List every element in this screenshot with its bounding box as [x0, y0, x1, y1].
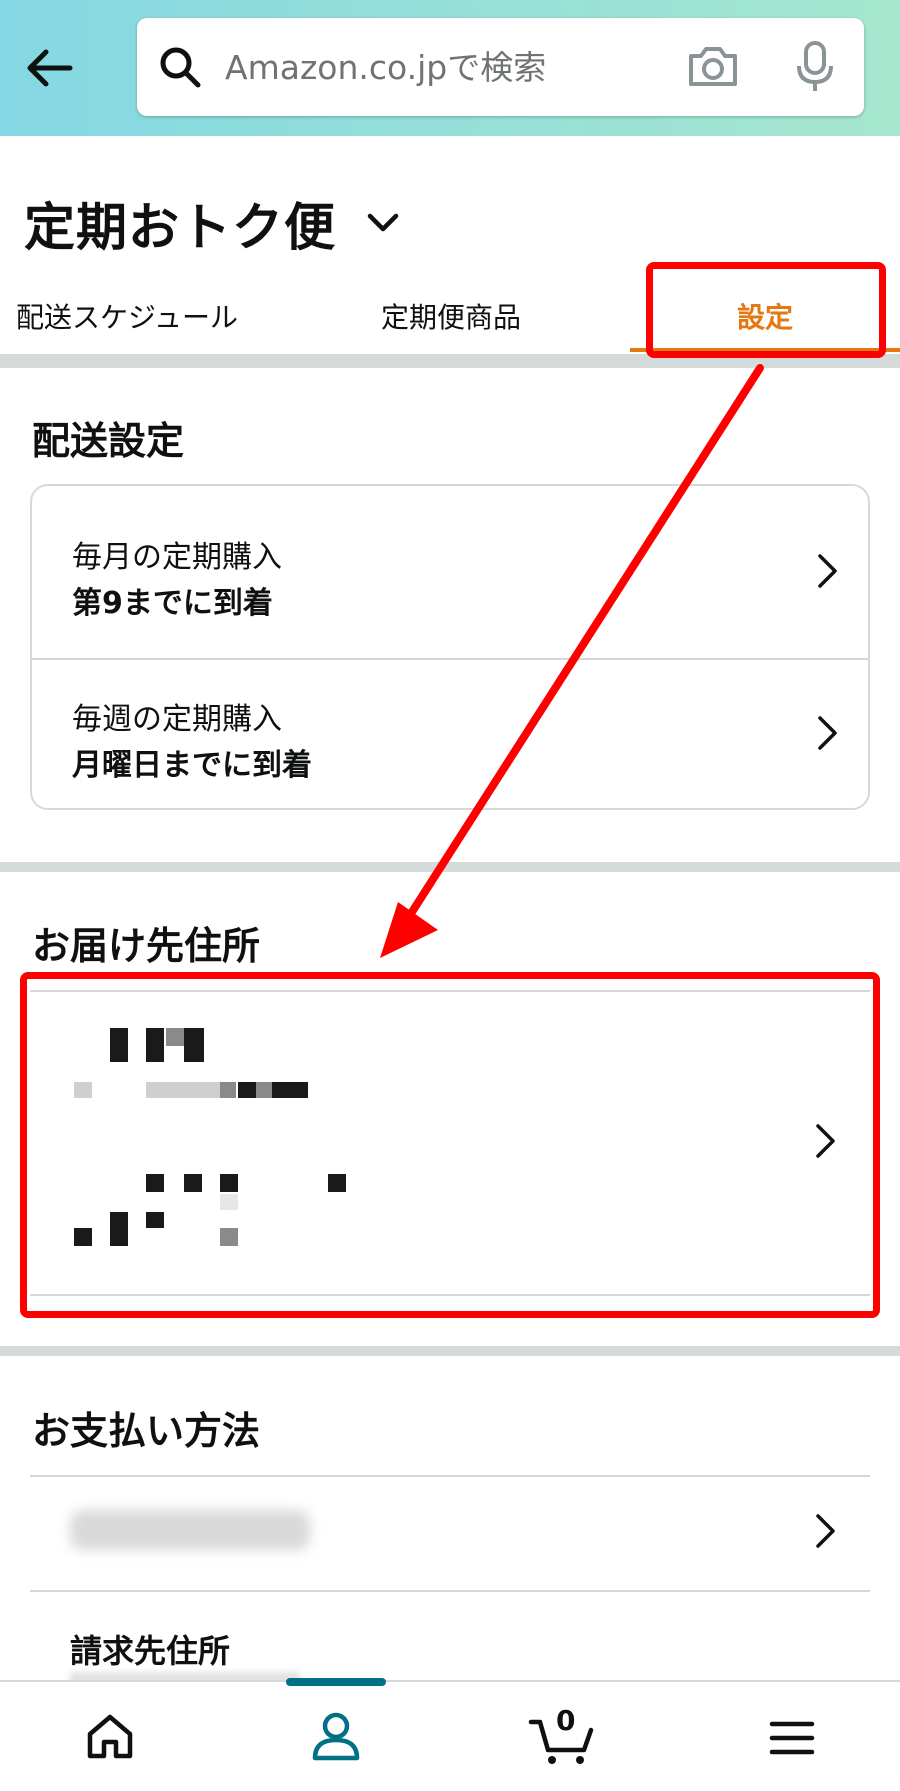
monthly-row-value: 第9までに到着	[72, 586, 273, 621]
active-nav-indicator	[286, 1678, 386, 1686]
search-input[interactable]	[225, 38, 695, 96]
back-arrow-icon	[27, 49, 73, 87]
tab-delivery-schedule[interactable]: 配送スケジュール	[16, 296, 256, 336]
section-separator	[0, 862, 900, 872]
section-separator	[0, 1346, 900, 1356]
payment-divider	[30, 1590, 870, 1592]
home-icon[interactable]	[84, 1712, 136, 1760]
camera-icon[interactable]	[685, 44, 741, 90]
chevron-right-icon	[818, 716, 837, 750]
weekly-row-value: 月曜日までに到着	[72, 748, 312, 783]
top-bar	[0, 0, 900, 136]
redacted-card-info	[70, 1510, 310, 1550]
billing-address-label: 請求先住所	[70, 1632, 231, 1670]
chevron-down-icon[interactable]	[365, 208, 401, 238]
cart-count-badge: 0	[556, 1704, 576, 1737]
weekly-subscription-row[interactable]: 毎週の定期購入 月曜日までに到着	[32, 660, 868, 810]
weekly-row-label: 毎週の定期購入	[72, 702, 282, 737]
search-box[interactable]	[137, 18, 864, 116]
search-icon	[160, 47, 201, 88]
account-icon[interactable]	[310, 1710, 362, 1762]
chevron-right-icon	[818, 554, 837, 588]
menu-icon[interactable]	[768, 1718, 816, 1758]
back-button[interactable]	[22, 40, 78, 96]
monthly-row-label: 毎月の定期購入	[72, 540, 282, 575]
annotation-highlight-address	[20, 972, 880, 1318]
chevron-right-icon	[816, 1514, 835, 1548]
payment-method-title: お支払い方法	[32, 1409, 261, 1453]
mic-icon[interactable]	[795, 40, 835, 94]
delivery-settings-title: 配送設定	[32, 419, 185, 463]
delivery-address-title: お届け先住所	[32, 924, 261, 968]
monthly-subscription-row[interactable]: 毎月の定期購入 第9までに到着	[32, 486, 868, 658]
annotation-highlight-settings-tab	[646, 262, 886, 358]
page-title[interactable]: 定期おトク便	[24, 186, 336, 260]
delivery-settings-card: 毎月の定期購入 第9までに到着 毎週の定期購入 月曜日までに到着	[30, 484, 870, 810]
tab-subscription-items[interactable]: 定期便商品	[358, 296, 544, 336]
